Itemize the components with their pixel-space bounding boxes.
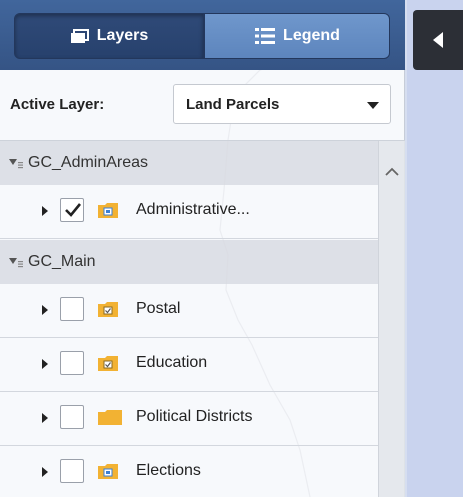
list-icon [254,27,276,45]
checkmark-icon [65,203,82,217]
layers-icon [70,28,90,44]
group-name: GC_Main [28,253,96,270]
chevron-left-icon [433,32,443,48]
group-collapse-icon [9,159,23,169]
active-layer-label: Active Layer: [10,96,105,113]
expand-arrow-icon[interactable] [41,358,49,370]
tab-layers[interactable]: Layers [14,13,204,59]
folder-plain-icon [98,410,122,425]
chevron-up-icon[interactable] [385,167,399,177]
layer-name: Elections [136,462,201,479]
layer-visibility-checkbox[interactable] [60,405,84,429]
tab-legend[interactable]: Legend [204,13,390,59]
active-layer-value: Land Parcels [186,96,280,113]
active-layer-row: Active Layer: Land Parcels [0,76,405,134]
layer-row-political-districts[interactable]: Political Districts [0,392,378,446]
group-name: GC_AdminAreas [28,154,149,171]
layer-row-education[interactable]: Education [0,338,378,392]
tab-layers-label: Layers [96,27,149,44]
layer-row-postal[interactable]: Postal [0,284,378,338]
expand-arrow-icon[interactable] [41,304,49,316]
panel-header: Layers Legend [0,0,405,70]
layer-list: GC_AdminAreas Administrative... GC_Main … [0,140,405,497]
layer-name: Postal [136,300,181,317]
folder-checked-icon [98,302,118,317]
layer-row-elections[interactable]: Elections [0,446,378,497]
group-header-gc-adminareas[interactable]: GC_AdminAreas [0,141,378,185]
expand-arrow-icon[interactable] [41,412,49,424]
layers-panel: Layers Legend Active Layer: Land Parcels [0,0,405,497]
layer-name: Administrative... [136,201,250,218]
layer-list-scrollbar[interactable] [378,141,405,497]
folder-group-icon [98,203,118,218]
expand-arrow-icon[interactable] [41,466,49,478]
tab-legend-label: Legend [283,27,340,44]
active-layer-dropdown[interactable]: Land Parcels [173,84,391,124]
map-edge-strip [407,0,463,497]
folder-group-icon [98,464,118,479]
layer-name: Education [136,354,208,371]
layer-visibility-checkbox[interactable] [60,198,84,222]
group-collapse-icon [9,258,23,268]
group-header-gc-main[interactable]: GC_Main [0,240,378,284]
layer-visibility-checkbox[interactable] [60,459,84,483]
layer-row-administrative[interactable]: Administrative... [0,185,378,239]
layer-visibility-checkbox[interactable] [60,351,84,375]
expand-arrow-icon[interactable] [41,205,49,217]
folder-checked-icon [98,356,118,371]
caret-down-icon [367,102,379,109]
layer-visibility-checkbox[interactable] [60,297,84,321]
collapse-panel-button[interactable] [413,10,463,70]
layer-name: Political Districts [136,408,253,425]
